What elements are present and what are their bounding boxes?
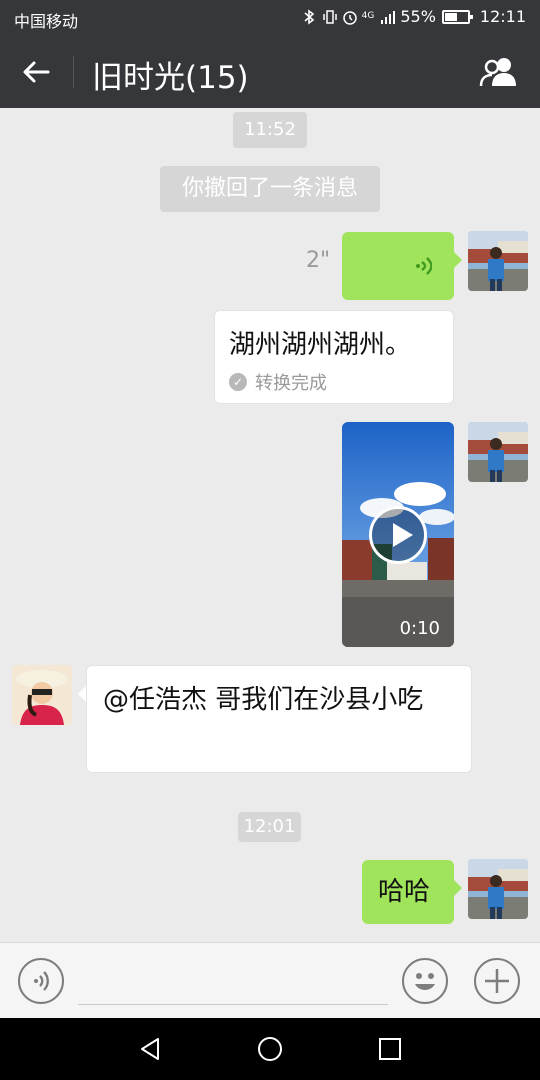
voice-transcript[interactable]: 湖州湖州湖州。 ✓ 转换完成 [214, 310, 454, 404]
play-icon[interactable] [369, 506, 427, 564]
more-button[interactable] [474, 958, 520, 1004]
vibrate-icon [322, 9, 337, 25]
android-nav-bar [0, 1018, 540, 1080]
nav-home-icon[interactable] [256, 1035, 284, 1063]
voice-wave-icon [416, 257, 432, 275]
status-icons: 4G 55% 12:11 [302, 7, 526, 26]
back-button[interactable] [18, 54, 58, 90]
group-members-button[interactable] [478, 56, 520, 88]
clock: 12:11 [479, 7, 526, 26]
chat-messages[interactable]: 11:52 你撤回了一条消息 2" 湖州湖州湖州。 ✓ 转换完成 0:10 @任… [0, 108, 540, 942]
system-message: 你撤回了一条消息 [160, 166, 380, 212]
chat-title: 旧时光(15) [92, 60, 249, 96]
transcript-status-label: 转换完成 [255, 373, 327, 394]
voice-message-bubble[interactable] [342, 232, 462, 300]
video-duration: 0:10 [399, 618, 440, 639]
battery-icon [441, 9, 473, 24]
voice-duration: 2" [306, 248, 331, 273]
transcript-status: ✓ 转换完成 [229, 369, 327, 395]
transcript-text: 湖州湖州湖州。 [229, 330, 412, 360]
outgoing-message-bubble[interactable]: 哈哈 [362, 860, 462, 924]
video-message[interactable]: 0:10 [342, 422, 454, 647]
signal-icon [380, 9, 396, 25]
carrier-name: 中国移动 [14, 12, 79, 31]
check-circle-icon: ✓ [229, 373, 247, 391]
my-avatar[interactable] [468, 859, 528, 919]
alarm-icon [342, 9, 357, 25]
incoming-message-bubble[interactable]: @任浩杰 哥我们在沙县小吃 [78, 665, 472, 773]
battery-percent: 55% [400, 7, 436, 26]
arrow-left-icon [23, 61, 50, 83]
emoji-icon [415, 973, 435, 990]
chat-header: 旧时光(15) [0, 36, 540, 108]
nav-back-icon[interactable] [136, 1035, 164, 1063]
emoji-button[interactable] [402, 958, 448, 1004]
my-avatar[interactable] [468, 422, 528, 482]
bluetooth-icon [302, 8, 316, 25]
network-type: 4G [361, 11, 375, 21]
my-avatar[interactable] [468, 231, 528, 291]
voice-toggle-button[interactable] [18, 958, 64, 1004]
plus-icon [485, 969, 509, 993]
timestamp: 11:52 [233, 112, 307, 148]
incoming-message-text: @任浩杰 哥我们在沙县小吃 [103, 685, 424, 715]
timestamp: 12:01 [238, 812, 301, 842]
message-input[interactable] [78, 957, 388, 1005]
group-members-icon [479, 58, 516, 87]
input-bar [0, 942, 540, 1018]
sender-avatar[interactable] [12, 665, 72, 725]
voice-toggle-icon [34, 971, 49, 991]
outgoing-message-text: 哈哈 [378, 877, 431, 907]
status-bar: 中国移动 4G 55% 12:11 [0, 0, 540, 36]
header-divider [73, 56, 74, 88]
nav-recent-icon[interactable] [376, 1035, 404, 1063]
